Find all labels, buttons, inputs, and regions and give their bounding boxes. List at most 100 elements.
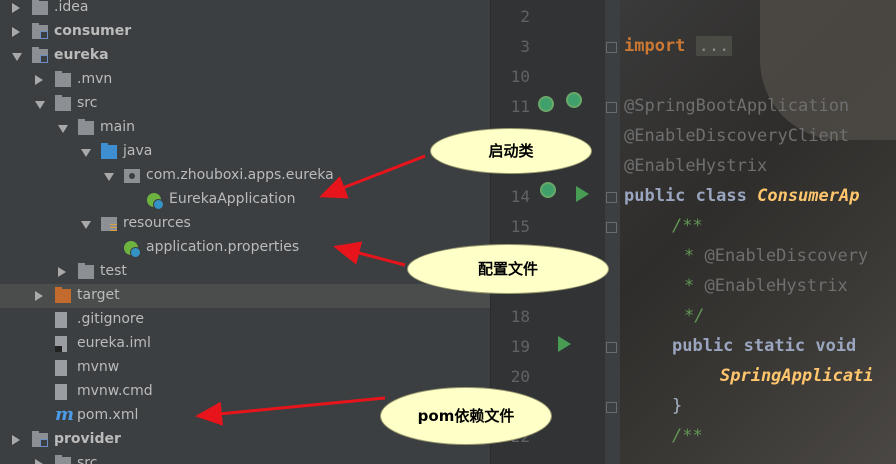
tree-row-label: eureka [54,47,109,63]
chevron-right-icon[interactable] [12,435,20,445]
source-folder-icon [101,143,117,159]
tree-row-label: com.zhouboxi.apps.eureka [146,167,334,183]
line-number: 10 [510,67,530,86]
tree-row-label: mvnw [77,359,120,375]
tree-row-idea[interactable]: .idea [0,0,490,20]
code-line-main-method: public static void [672,336,857,356]
resources-folder-icon [101,217,117,231]
tree-row-label: .gitignore [77,311,144,327]
code-line-doc-2: * @EnableHystrix [684,276,848,296]
iml-file-icon [55,336,67,352]
spring-navigate-icon[interactable] [566,92,582,108]
callout-config-file: 配置文件 [407,244,609,294]
import-fold-placeholder[interactable]: ... [695,36,733,56]
spring-properties-icon [124,241,141,258]
tree-row-eureka-iml[interactable]: eureka.iml [0,332,490,356]
module-folder-icon [32,47,48,63]
tree-row-label: application.properties [146,239,300,255]
tree-row-main[interactable]: main [0,116,490,140]
chevron-down-icon[interactable] [35,101,45,109]
code-line-annotation-3: @EnableHystrix [624,156,768,176]
fold-marker-icon[interactable] [606,42,617,53]
code-line-doc-open: /** [672,216,703,236]
tree-row-eurekaapplication[interactable]: EurekaApplication [0,188,490,212]
folder-icon [78,263,94,279]
code-line-doc-close: */ [684,306,705,326]
chevron-right-icon[interactable] [12,3,20,13]
tree-row-mvnw[interactable]: mvnw [0,356,490,380]
tree-row-label: .mvn [77,71,113,87]
code-line-annotation-2: @EnableDiscoveryClient [624,126,850,146]
tree-row-com-zhouboxi-apps-eureka[interactable]: com.zhouboxi.apps.eureka [0,164,490,188]
code-line-doc-open-2: /** [672,426,703,446]
package-icon [124,169,140,183]
callout-startup-class: 启动类 [430,128,592,174]
chevron-right-icon[interactable] [35,459,43,464]
tree-row-label: target [77,287,120,303]
code-line-close-brace: } [672,396,683,416]
spring-bean-icon[interactable] [538,96,554,112]
file-icon [55,360,67,376]
tree-row-gitignore[interactable]: .gitignore [0,308,490,332]
tree-row-src[interactable]: src [0,452,490,464]
chevron-right-icon[interactable] [35,291,43,301]
tree-row-consumer[interactable]: consumer [0,20,490,44]
chevron-down-icon[interactable] [58,125,68,133]
run-main-icon[interactable] [558,336,571,352]
tree-row-label: main [100,119,135,135]
code-line-doc-1: * @EnableDiscovery [684,246,869,266]
chevron-down-icon[interactable] [104,173,114,181]
line-number: 3 [520,37,530,56]
tree-row-label: src [77,95,98,111]
tree-row-target[interactable]: target [0,284,490,308]
tree-row-label: pom.xml [77,407,139,423]
tree-row-label: resources [123,215,191,231]
line-number: 19 [510,337,530,356]
tree-row-mvn[interactable]: .mvn [0,68,490,92]
tree-row-application-properties[interactable]: application.properties [0,236,490,260]
folder-icon [78,119,94,135]
fold-marker-icon[interactable] [606,102,617,113]
chevron-right-icon[interactable] [35,75,43,85]
callout-pom-file: pom依赖文件 [380,387,552,445]
tree-row-label: consumer [54,23,132,39]
excluded-folder-icon [55,287,71,303]
code-editor[interactable]: import ... @SpringBootApplication @Enabl… [620,0,896,464]
chevron-down-icon[interactable] [12,53,22,61]
code-line-annotation-1: @SpringBootApplication [624,96,850,116]
line-number: 15 [510,217,530,236]
chevron-right-icon[interactable] [12,27,20,37]
file-icon [55,312,67,328]
line-number: 14 [510,187,530,206]
tree-row-label: .idea [54,0,89,15]
tree-row-label: eureka.iml [77,335,151,351]
tree-row-label: java [123,143,153,159]
code-line-import: import ... [624,36,733,56]
maven-icon: m [55,404,75,425]
fold-marker-icon[interactable] [606,222,617,233]
spring-boot-run-icon[interactable] [540,182,556,198]
tree-row-eureka[interactable]: eureka [0,44,490,68]
code-line-spring-run: SpringApplicati [720,366,874,386]
fold-marker-icon[interactable] [606,342,617,353]
folder-icon [55,455,71,464]
file-icon [55,384,67,400]
tree-row-java[interactable]: java [0,140,490,164]
chevron-right-icon[interactable] [58,267,66,277]
line-number: 2 [520,7,530,26]
spring-boot-class-icon [147,193,164,210]
run-class-icon[interactable] [576,186,589,202]
code-line-class-decl: public class ConsumerAp [624,186,860,206]
line-number: 20 [510,367,530,386]
folder-icon [55,95,71,111]
folder-icon [55,71,71,87]
line-number: 18 [510,307,530,326]
chevron-down-icon[interactable] [81,149,91,157]
fold-marker-icon[interactable] [606,402,617,413]
chevron-down-icon[interactable] [81,221,91,229]
tree-row-label: provider [54,431,121,447]
fold-marker-icon[interactable] [606,192,617,203]
tree-row-resources[interactable]: resources [0,212,490,236]
tree-row-src[interactable]: src [0,92,490,116]
tree-row-label: mvnw.cmd [77,383,153,399]
